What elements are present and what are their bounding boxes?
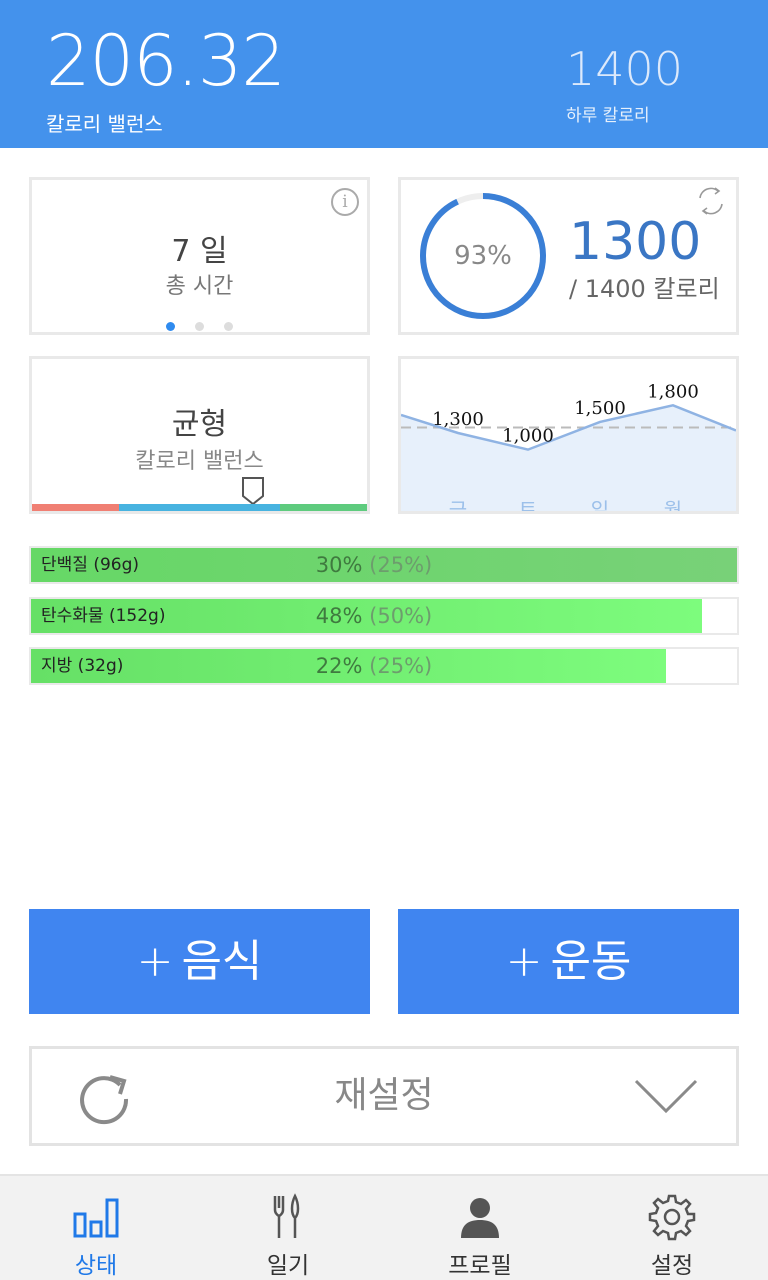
macro-bar-carbs: 탄수화물 (152g) 48% (50%) <box>29 597 739 635</box>
trend-day-label: 월 <box>664 498 682 511</box>
macro-bar-fat: 지방 (32g) 22% (25%) <box>29 647 739 685</box>
add-food-label: 음식 <box>181 936 263 987</box>
balance-type-label: 칼로리 밸런스 <box>135 449 264 474</box>
bottom-nav: 상태 일기 프로필 설정 <box>0 1174 768 1280</box>
chevron-down-icon[interactable] <box>634 1077 698 1117</box>
days-card[interactable]: i 7 일 총 시간 <box>29 177 370 335</box>
trend-value-label: 1,000 <box>502 426 554 447</box>
scale-segment-surplus <box>279 504 367 511</box>
reset-button[interactable]: 재설정 <box>29 1046 739 1146</box>
nav-label-profile: 프로필 <box>448 1253 512 1279</box>
gear-icon <box>648 1194 696 1241</box>
info-icon[interactable]: i <box>331 188 359 216</box>
calorie-trend-card[interactable]: 1,300 금 1,000 토 1,500 일 1,800 월 <box>398 356 739 514</box>
fork-knife-icon <box>273 1193 300 1238</box>
balance-scale <box>32 504 367 511</box>
nav-label-settings: 설정 <box>650 1253 694 1279</box>
calorie-trend-chart: 1,300 금 1,000 토 1,500 일 1,800 월 <box>401 381 736 511</box>
page-dot[interactable] <box>166 322 175 331</box>
scale-segment-deficit <box>32 504 120 511</box>
bar-chart-icon <box>73 1198 119 1238</box>
daily-calorie-value: 1400 <box>566 42 684 96</box>
scale-segment-balanced <box>119 504 280 511</box>
add-exercise-label: 운동 <box>550 936 632 987</box>
macro-bar-protein: 단백질 (96g) 30% (25%) <box>29 546 739 584</box>
balance-type-card[interactable]: 균형 칼로리 밸런스 <box>29 356 370 514</box>
nav-item-status[interactable]: 상태 <box>0 1176 192 1280</box>
balance-marker-icon <box>242 477 265 506</box>
page-indicator <box>32 316 367 335</box>
macro-percent: 22% (25%) <box>315 654 433 678</box>
plus-icon: + <box>136 936 174 987</box>
reset-label: 재설정 <box>334 1075 434 1116</box>
days-value: 7 일 <box>171 234 228 269</box>
sync-icon[interactable] <box>694 184 728 218</box>
add-exercise-button[interactable]: + 운동 <box>398 909 739 1014</box>
nav-label-status: 상태 <box>74 1253 118 1279</box>
nav-item-settings[interactable]: 설정 <box>576 1176 768 1280</box>
nav-item-diary[interactable]: 일기 <box>192 1176 384 1280</box>
trend-value-label: 1,300 <box>432 409 484 430</box>
nav-item-profile[interactable]: 프로필 <box>384 1176 576 1280</box>
nav-label-diary: 일기 <box>266 1253 310 1279</box>
plus-icon: + <box>505 936 543 987</box>
calorie-balance-label: 칼로리 밸런스 <box>46 112 163 136</box>
person-icon <box>461 1198 499 1238</box>
intake-calorie-value: 1300 <box>569 212 702 272</box>
page-dot[interactable] <box>224 322 233 331</box>
trend-value-label: 1,500 <box>574 398 626 419</box>
intake-calorie-target: / 1400 칼로리 <box>569 275 720 303</box>
days-label: 총 시간 <box>165 274 234 299</box>
daily-calorie-label: 하루 칼로리 <box>566 106 650 126</box>
balance-type-value: 균형 <box>171 407 228 442</box>
intake-card[interactable]: 93% 1300 / 1400 칼로리 <box>398 177 739 335</box>
trend-day-label: 일 <box>591 498 609 511</box>
trend-day-label: 금 <box>449 498 467 511</box>
calorie-balance-value: 206.32 <box>46 20 286 102</box>
macro-percent: 48% (50%) <box>315 604 433 628</box>
header: 206.32 칼로리 밸런스 1400 하루 칼로리 <box>0 0 768 148</box>
intake-percent: 93% <box>454 241 512 271</box>
add-food-button[interactable]: + 음식 <box>29 909 370 1014</box>
trend-day-label: 토 <box>519 498 537 511</box>
macro-percent: 30% (25%) <box>315 553 433 577</box>
page-dot[interactable] <box>195 322 204 331</box>
trend-value-label: 1,800 <box>647 381 699 402</box>
